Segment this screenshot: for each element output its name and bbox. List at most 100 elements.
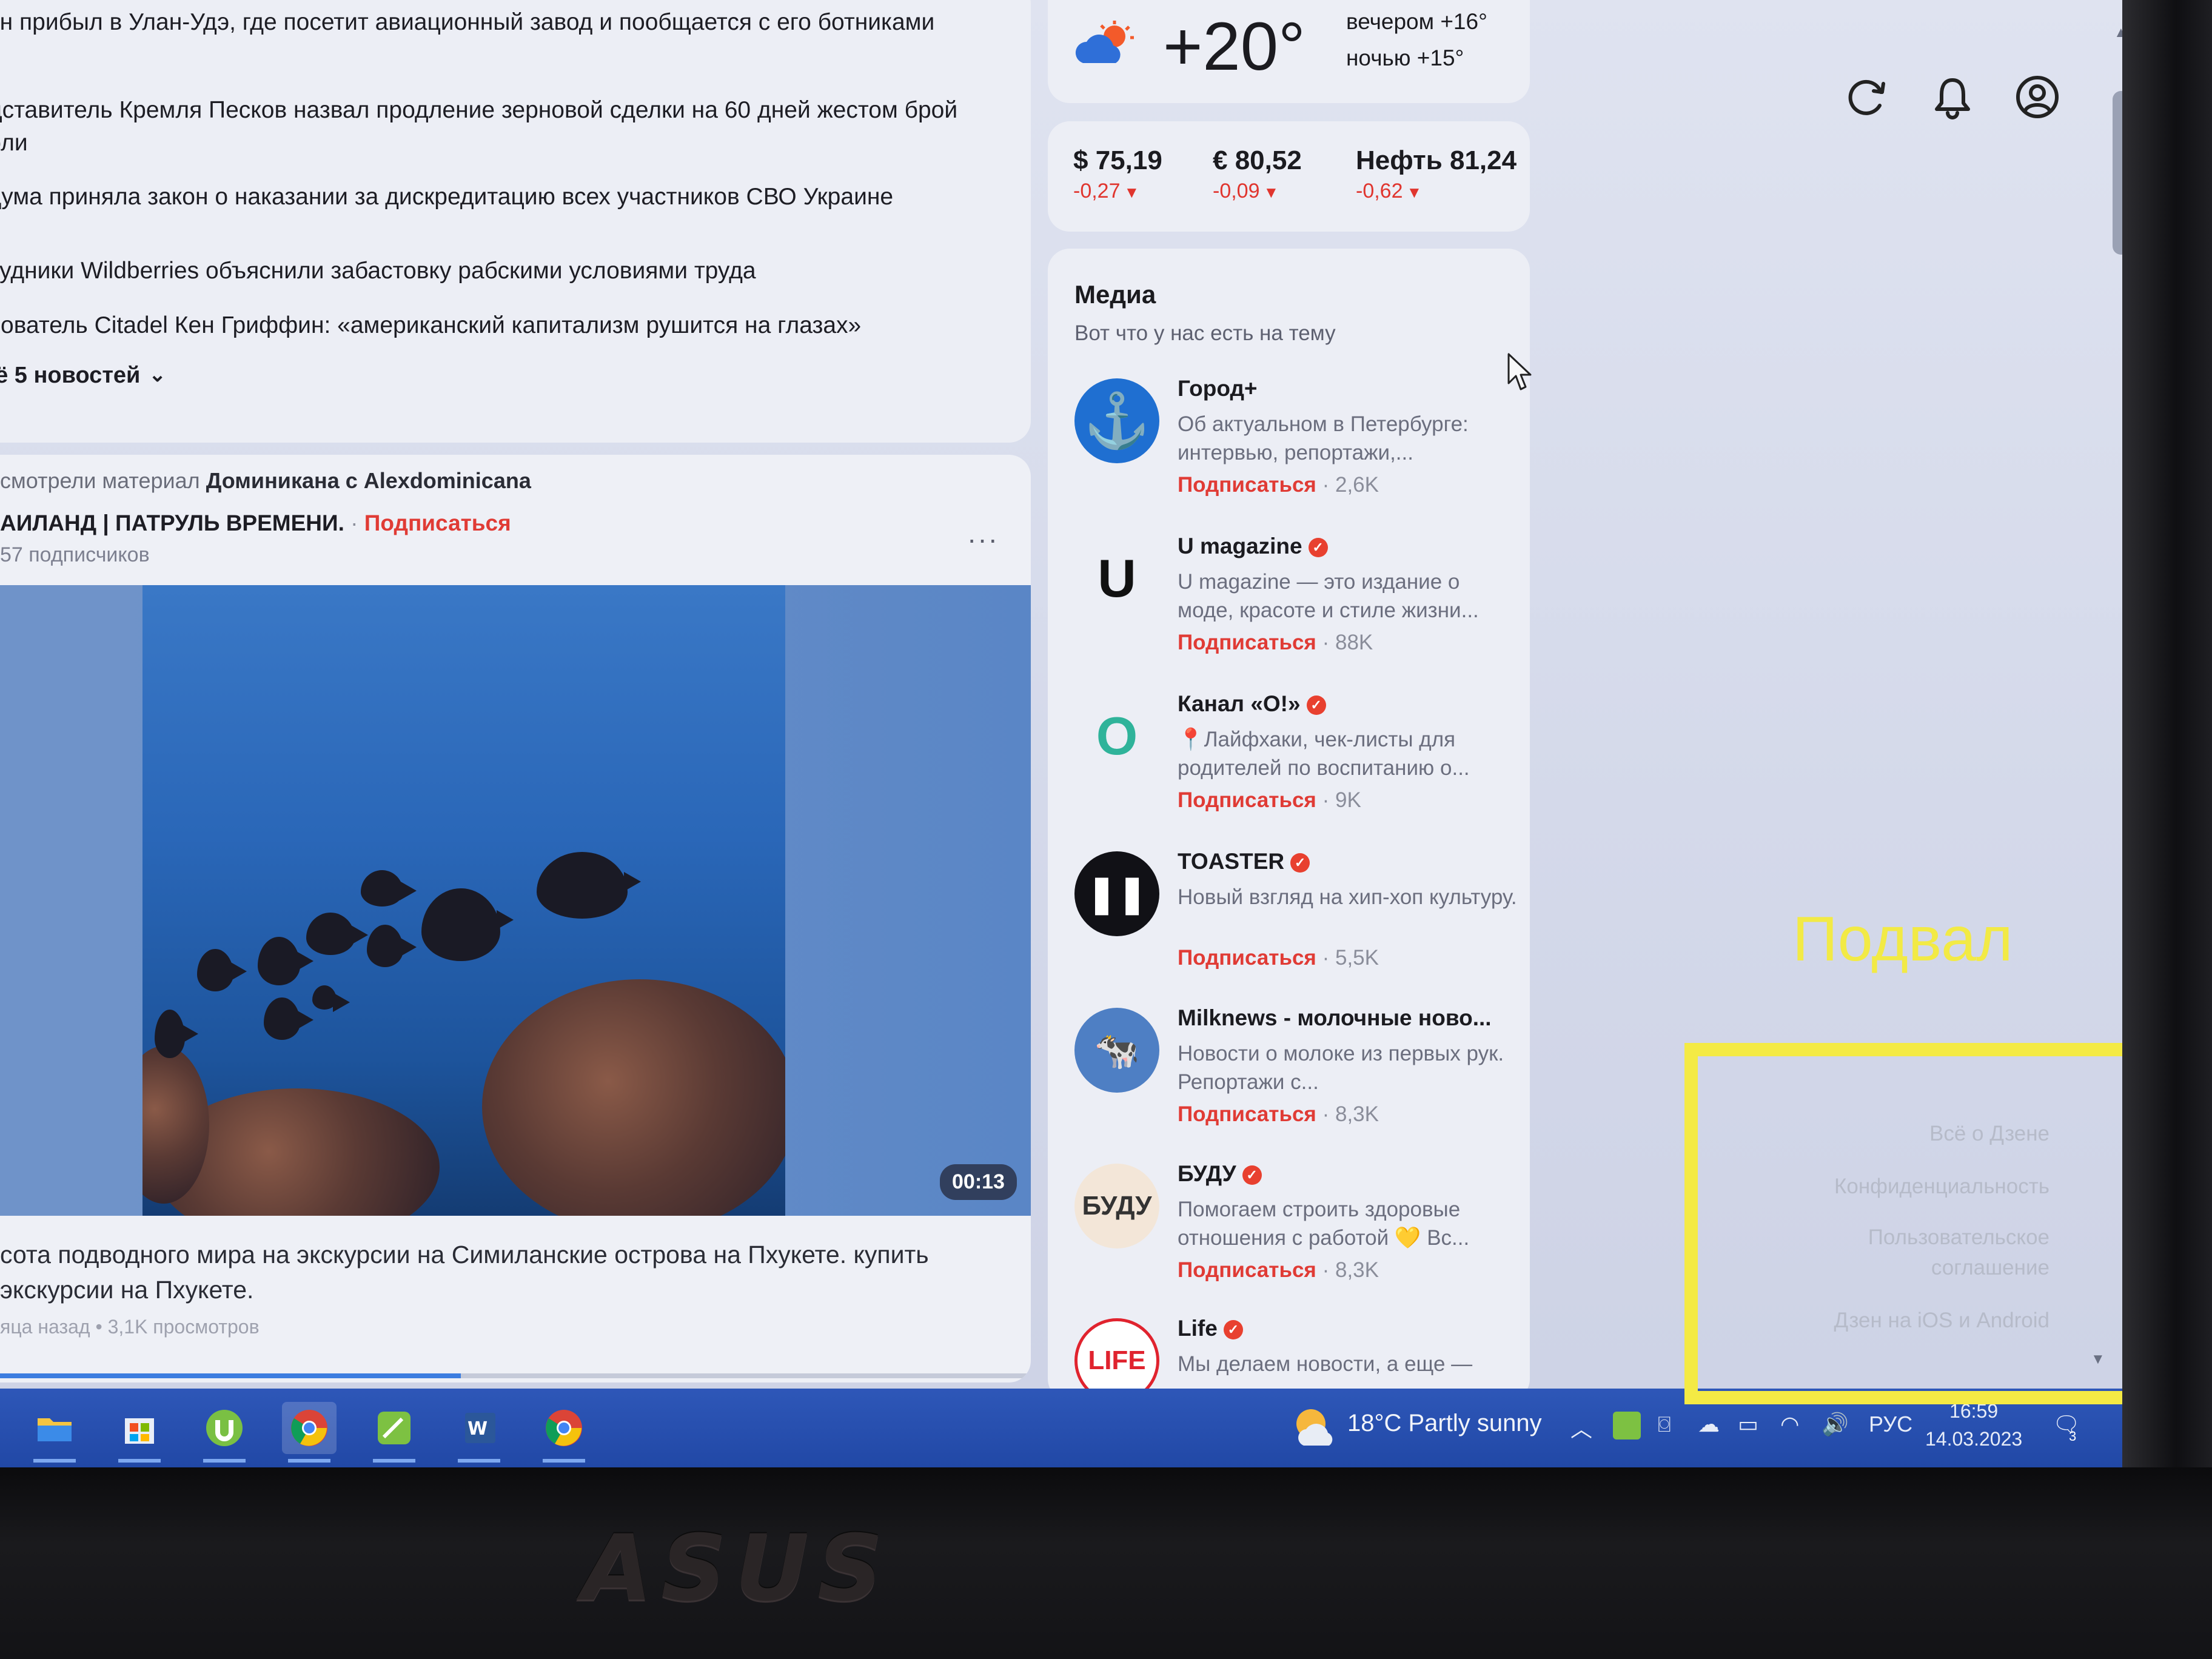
- chrome-profile-icon[interactable]: [537, 1402, 591, 1463]
- channel-name[interactable]: U magazine ✓: [1178, 534, 1328, 559]
- tray-app-icon[interactable]: [1613, 1412, 1641, 1439]
- post-subscribe-button[interactable]: Подписаться: [364, 511, 511, 535]
- channel-avatar[interactable]: U: [1074, 536, 1159, 621]
- refresh-icon[interactable]: [1843, 74, 1889, 120]
- post-subscriber-count: 57 подписчиков: [0, 543, 150, 566]
- language-indicator[interactable]: РУС: [1869, 1412, 1912, 1437]
- channel-name-text: Канал «О!»: [1178, 691, 1301, 716]
- channel-description: Помогаем строить здоровые отношения с ра…: [1178, 1198, 1470, 1250]
- notes-app-icon[interactable]: [367, 1402, 421, 1463]
- coral-shape: [482, 979, 785, 1216]
- rate-value: Нефть 81,24: [1356, 146, 1517, 175]
- partly-sunny-icon: [1296, 1409, 1333, 1446]
- channel-name-text: TOASTER: [1178, 849, 1285, 874]
- channel-avatar[interactable]: ⚓: [1074, 378, 1159, 463]
- store-icon[interactable]: [112, 1402, 167, 1463]
- forecast-night: ночью +15°: [1346, 45, 1464, 70]
- channel-avatar[interactable]: ❚❚: [1074, 851, 1159, 936]
- channel-name[interactable]: Life ✓: [1178, 1316, 1243, 1341]
- media-item[interactable]: U U magazine ✓ U magazine — это издание о м…: [1074, 534, 1523, 685]
- channel-avatar[interactable]: 🐄: [1074, 1008, 1159, 1093]
- subscribe-button[interactable]: Подписаться: [1178, 1258, 1316, 1282]
- battery-icon[interactable]: ▭: [1738, 1412, 1758, 1437]
- wifi-icon[interactable]: ◠: [1780, 1412, 1799, 1437]
- subscriber-count: · 5,5K: [1322, 946, 1379, 970]
- video-progress-fill: [0, 1373, 461, 1378]
- media-item[interactable]: 🐄 Milknews - молочные ново... Новости о мо…: [1074, 1005, 1523, 1157]
- volume-icon[interactable]: 🔊: [1822, 1412, 1849, 1437]
- subscribe-button[interactable]: Подписаться: [1178, 788, 1316, 812]
- media-item[interactable]: ⚓ Город+ Об актуальном в Петербурге: интер…: [1074, 376, 1523, 528]
- video-post-card: смотрели материал Доминикана с Alexdomin…: [0, 455, 1031, 1382]
- tray-expand-icon[interactable]: ︿: [1570, 1412, 1592, 1443]
- notification-count: 3: [2069, 1429, 2077, 1444]
- news-item[interactable]: сдума приняла закон о наказании за дискр…: [0, 181, 970, 213]
- channel-avatar[interactable]: БУДУ: [1074, 1164, 1159, 1248]
- channel-name[interactable]: Город+: [1178, 376, 1258, 401]
- subscriber-count: · 8,3K: [1322, 1102, 1379, 1126]
- chevron-down-icon: ⌄: [149, 363, 166, 386]
- down-arrow-icon: ▼: [1124, 183, 1140, 201]
- subscriber-count: · 9K: [1322, 788, 1361, 812]
- news-item[interactable]: трудники Wildberries объяснили забастовк…: [0, 255, 970, 287]
- video-player[interactable]: 00:13: [0, 585, 1031, 1216]
- svg-text:W: W: [468, 1418, 488, 1439]
- fish-shape: [361, 870, 417, 907]
- verified-badge-icon: ✓: [1308, 538, 1328, 557]
- viewed-title-link[interactable]: Доминикана с Alexdominicana: [206, 468, 531, 493]
- rate-eur[interactable]: € 80,52 -0,09 ▼: [1213, 146, 1302, 203]
- fish-shape: [306, 913, 368, 955]
- fish-shape: [421, 888, 514, 961]
- rate-oil[interactable]: Нефть 81,24 -0,62 ▼: [1356, 146, 1517, 203]
- post-channel-name[interactable]: АИЛАНД | ПАТРУЛЬ ВРЕМЕНИ.: [0, 511, 344, 535]
- fish-shape: [312, 985, 350, 1012]
- channel-name[interactable]: Milknews - молочные ново...: [1178, 1005, 1492, 1031]
- viewed-note: смотрели материал Доминикана с Alexdomin…: [0, 468, 531, 494]
- media-suggestions-card: Медиа Вот что у нас есть на тему ⚓ Город+…: [1048, 249, 1530, 1401]
- news-item[interactable]: едставитель Кремля Песков назвал продлен…: [0, 94, 970, 159]
- monitor-bezel-bottom: [0, 1467, 2212, 1659]
- verified-badge-icon: ✓: [1306, 695, 1326, 715]
- channel-name[interactable]: БУДУ ✓: [1178, 1161, 1262, 1187]
- subscribe-button[interactable]: Подписаться: [1178, 1102, 1316, 1126]
- file-explorer-icon[interactable]: [27, 1402, 82, 1463]
- word-icon[interactable]: W: [452, 1402, 506, 1463]
- separator-dot: ·: [350, 511, 358, 535]
- post-caption[interactable]: сота подводного мира на экскурсии на Сим…: [0, 1237, 1007, 1307]
- subscriber-count: · 8,3K: [1322, 1258, 1379, 1282]
- channel-avatar[interactable]: O: [1074, 694, 1159, 779]
- taskbar-weather[interactable]: 18°C Partly sunny: [1347, 1410, 1542, 1437]
- channel-subscribe-row: Подписаться · 2,6K: [1178, 473, 1379, 497]
- channel-name[interactable]: TOASTER ✓: [1178, 849, 1310, 874]
- video-duration-badge: 00:13: [940, 1164, 1017, 1200]
- profile-icon[interactable]: [2014, 74, 2060, 120]
- post-more-menu-icon[interactable]: ···: [967, 523, 999, 555]
- news-item[interactable]: снователь Citadel Кен Гриффин: «американ…: [0, 309, 970, 342]
- media-item[interactable]: LIFE Life ✓ Мы делаем новости, а еще —: [1074, 1316, 1523, 1401]
- subscribe-button[interactable]: Подписаться: [1178, 473, 1316, 497]
- utorrent-icon[interactable]: [197, 1402, 252, 1463]
- more-news-button[interactable]: щё 5 новостей ⌄: [0, 363, 166, 389]
- tray-device-icon[interactable]: ⌼: [1658, 1412, 1671, 1438]
- rate-value: $ 75,19: [1073, 146, 1162, 175]
- fish-shape: [258, 937, 313, 985]
- video-progress-bar[interactable]: [0, 1373, 1031, 1378]
- onedrive-icon[interactable]: ☁: [1698, 1412, 1720, 1437]
- chrome-icon[interactable]: [282, 1402, 337, 1463]
- channel-name[interactable]: Канал «О!» ✓: [1178, 691, 1326, 717]
- verified-badge-icon: ✓: [1242, 1165, 1262, 1185]
- weather-widget[interactable]: +20° вечером +16° ночью +15°: [1048, 0, 1530, 103]
- media-item[interactable]: БУДУ БУДУ ✓ Помогаем строить здоровые отнош…: [1074, 1161, 1523, 1313]
- media-item[interactable]: ❚❚ TOASTER ✓ Новый взгляд на хип-хоп культу…: [1074, 849, 1523, 1000]
- media-subtitle: Вот что у нас есть на тему: [1074, 321, 1336, 345]
- media-item[interactable]: O Канал «О!» ✓ 📍Лайфхаки, чек-листы для род…: [1074, 691, 1523, 843]
- subscribe-button[interactable]: Подписаться: [1178, 631, 1316, 654]
- rates-widget[interactable]: $ 75,19 -0,27 ▼ € 80,52 -0,09 ▼ Нефть 81,2…: [1048, 121, 1530, 232]
- channel-name-text: БУДУ: [1178, 1161, 1236, 1186]
- bell-icon[interactable]: [1929, 74, 1976, 120]
- subscribe-button[interactable]: Подписаться: [1178, 946, 1316, 970]
- rate-usd[interactable]: $ 75,19 -0,27 ▼: [1073, 146, 1162, 203]
- taskbar-clock[interactable]: 16:59 14.03.2023: [1925, 1397, 2022, 1453]
- rate-change: -0,27 ▼: [1073, 179, 1162, 203]
- news-item[interactable]: тин прибыл в Улан-Удэ, где посетит авиац…: [0, 6, 970, 39]
